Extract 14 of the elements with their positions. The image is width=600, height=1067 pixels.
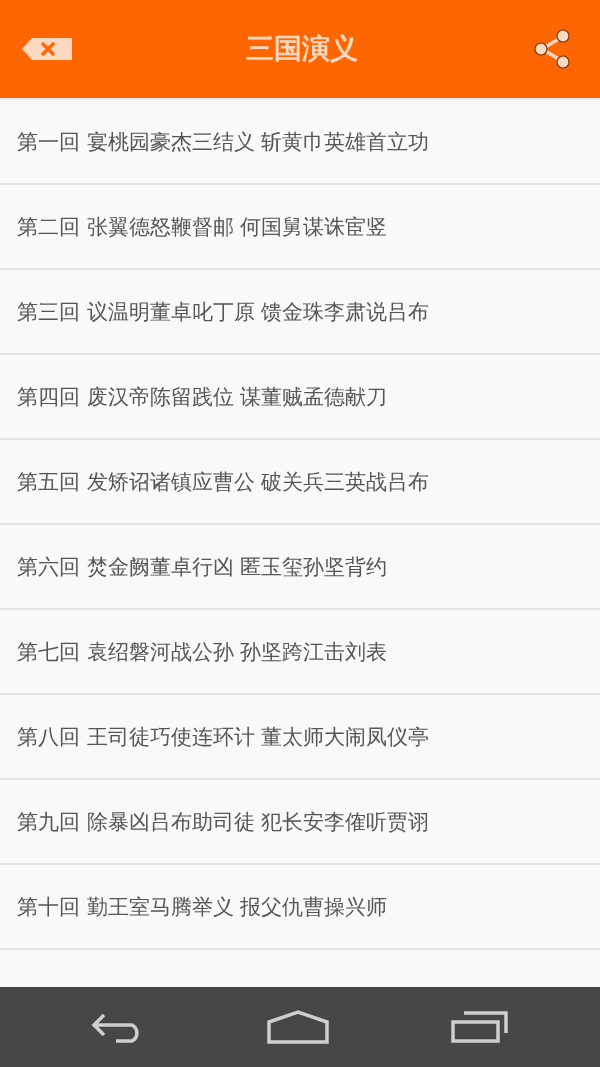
- chapter-item[interactable]: 第二回 张翼德怒鞭督邮 何国舅谋诛宦竖: [0, 185, 600, 270]
- chapter-item[interactable]: 第六回 焚金阙董卓行凶 匿玉玺孙坚背约: [0, 525, 600, 610]
- chapter-item[interactable]: 第三回 议温明董卓叱丁原 馈金珠李肃说吕布: [0, 270, 600, 355]
- chapter-item[interactable]: 第五回 发矫诏诸镇应曹公 破关兵三英战吕布: [0, 440, 600, 525]
- chapter-item[interactable]: 第十回 勤王室马腾举义 报父仇曹操兴师: [0, 865, 600, 950]
- chapter-item[interactable]: 第八回 王司徒巧使连环计 董太师大闹凤仪亭: [0, 695, 600, 780]
- chapter-item[interactable]: 第一回 宴桃园豪杰三结义 斩黄巾英雄首立功: [0, 100, 600, 185]
- recent-apps-icon[interactable]: [449, 1011, 510, 1043]
- app-title: 三国演义: [246, 31, 358, 67]
- chapter-item[interactable]: 第七回 袁绍磐河战公孙 孙坚跨江击刘表: [0, 610, 600, 695]
- chapter-item[interactable]: 第四回 废汉帝陈留践位 谋董贼孟德献刀: [0, 355, 600, 440]
- chapter-item[interactable]: 第九回 除暴凶吕布助司徒 犯长安李傕听贾诩: [0, 780, 600, 865]
- home-icon[interactable]: [267, 1010, 329, 1044]
- share-icon[interactable]: [532, 29, 572, 69]
